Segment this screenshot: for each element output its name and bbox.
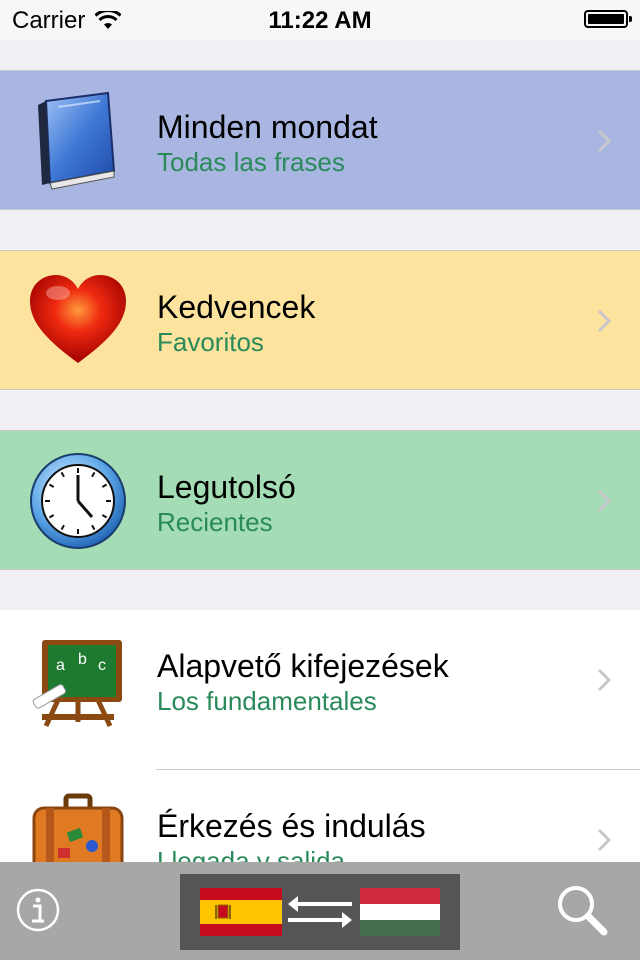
menu-item-title: Minden mondat: [157, 109, 378, 145]
menu-item-favorites[interactable]: Kedvencek Favoritos: [0, 250, 640, 390]
hungary-flag-icon: [360, 888, 440, 936]
chevron-right-icon: [597, 309, 612, 333]
book-icon: [38, 91, 116, 190]
swap-arrows-icon: [288, 896, 352, 928]
menu-item-subtitle: Favoritos: [157, 327, 264, 357]
battery-icon: [584, 10, 632, 28]
menu-item-title: Alapvető kifejezések: [157, 648, 449, 684]
spain-flag-icon: [200, 888, 282, 936]
chalkboard-icon: a b c: [32, 640, 122, 728]
bottom-toolbar: [0, 862, 640, 960]
chevron-right-icon: [597, 489, 612, 513]
menu-item-basic-expressions[interactable]: a b c Alapvető kifejezések Los fundament…: [0, 610, 640, 750]
info-icon[interactable]: [16, 888, 60, 932]
menu-item-title: Kedvencek: [157, 289, 316, 325]
menu-item-title: Érkezés és indulás: [157, 808, 426, 844]
language-switch-button[interactable]: [180, 874, 460, 950]
heart-icon: [30, 275, 126, 363]
search-icon[interactable]: [554, 882, 610, 938]
chevron-right-icon: [597, 129, 612, 153]
menu-item-title: Legutolsó: [157, 469, 296, 505]
clock-icon: [30, 453, 126, 549]
menu-item-recent[interactable]: Legutolsó Recientes: [0, 430, 640, 570]
status-bar: Carrier 11:22 AM: [0, 0, 640, 40]
menu-item-subtitle: Todas las frases: [157, 147, 345, 177]
svg-text:b: b: [78, 651, 87, 668]
menu-item-subtitle: Recientes: [157, 507, 273, 537]
chevron-right-icon: [597, 668, 612, 692]
menu-item-subtitle: Los fundamentales: [157, 686, 377, 716]
svg-text:c: c: [98, 657, 106, 674]
chevron-right-icon: [597, 828, 612, 852]
svg-text:a: a: [56, 657, 65, 674]
menu-item-all-sentences[interactable]: Minden mondat Todas las frases: [0, 70, 640, 210]
status-time: 11:22 AM: [268, 7, 372, 34]
